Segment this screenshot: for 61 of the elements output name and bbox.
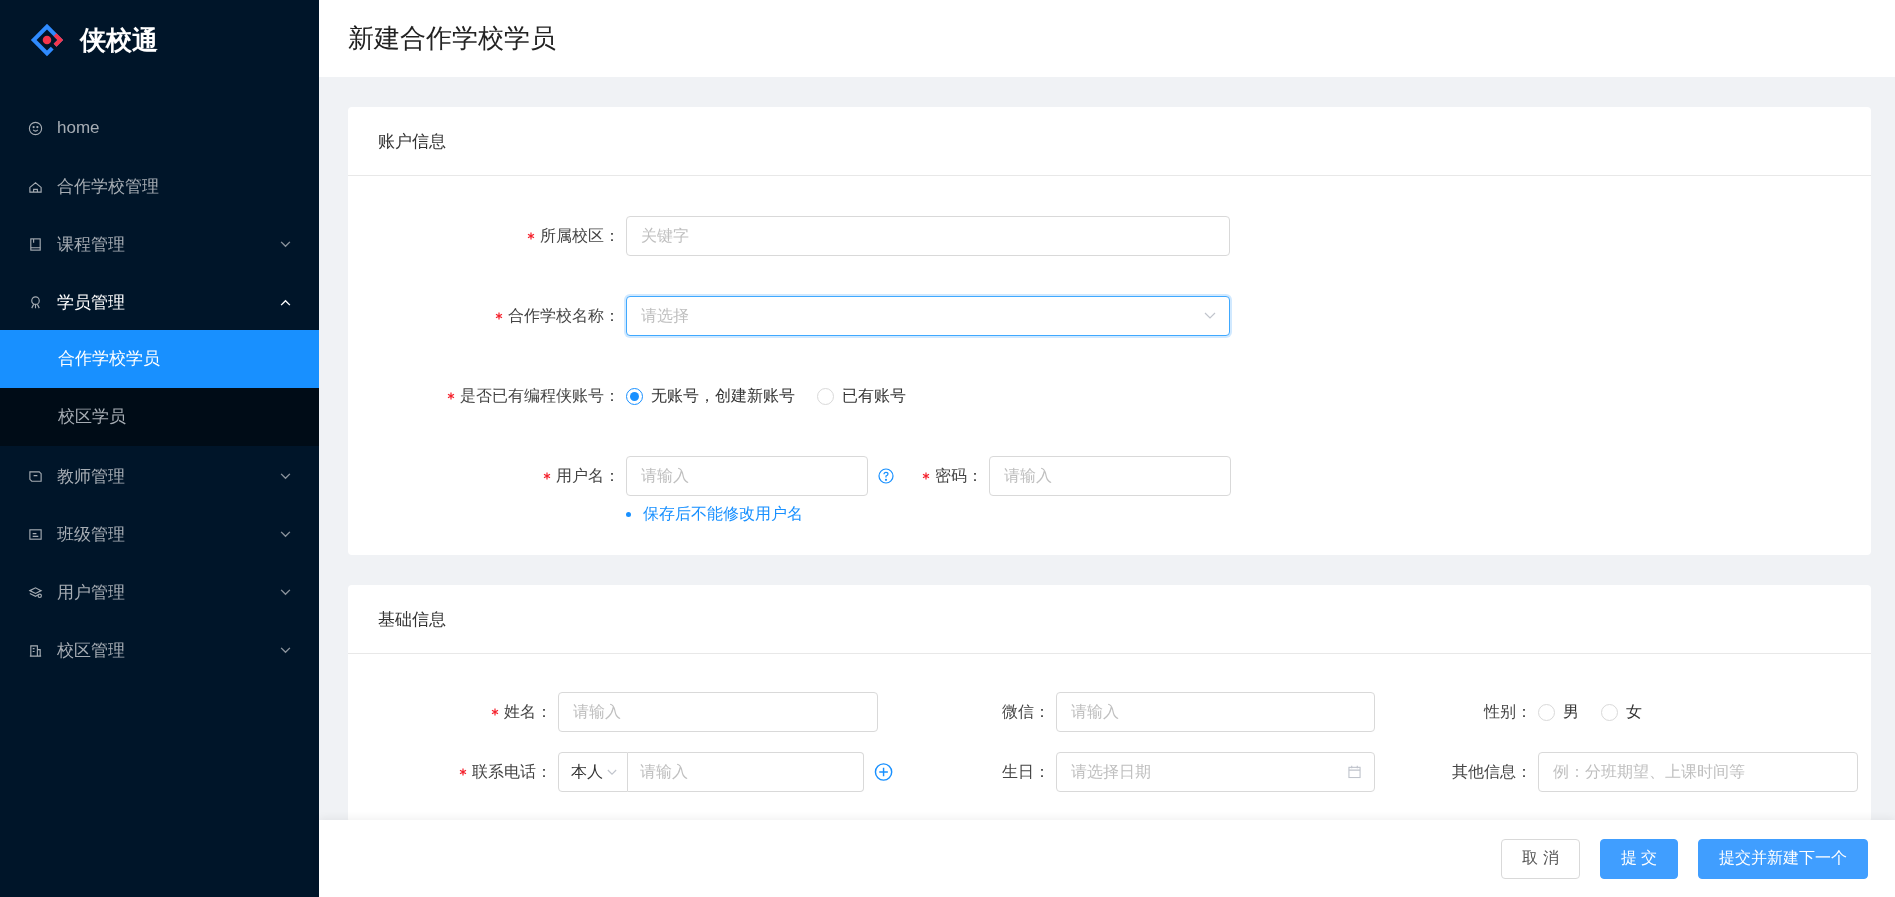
field-label: 密码： [935,465,983,486]
input-field[interactable]: 例：分班期望、上课时间等 [1538,752,1858,792]
hint-text: 保存后不能修改用户名 [626,504,803,525]
input-field[interactable]: 请输入 [1056,692,1375,732]
menu-icon [28,468,43,484]
submenu-item[interactable]: 校区学员 [0,388,319,446]
menu-item[interactable]: 合作学校管理 [0,158,319,214]
menu-icon [28,642,43,658]
page-title: 新建合作学校学员 [348,22,556,55]
menu-label: 合作学校管理 [57,175,160,198]
menu-item[interactable]: 教师管理 [0,448,319,504]
menu-icon [28,294,43,310]
input-field[interactable]: 请输入 [626,456,868,496]
caret-icon [1204,312,1216,320]
menu-icon [28,236,43,252]
logo-icon [28,21,66,59]
calendar-icon [1348,765,1361,779]
radio-option[interactable]: 男 [1538,701,1579,723]
menu-label: 学员管理 [57,291,126,314]
menu-label: 班级管理 [57,523,126,546]
section-title: 账户信息 [378,130,446,153]
menu-item[interactable]: 用户管理 [0,564,319,620]
field-label: 是否已有编程侠账号： [460,385,620,406]
footer-button[interactable]: 取 消 [1501,838,1580,879]
input-field[interactable]: 关键字 [626,216,1230,256]
add-icon[interactable] [873,762,893,782]
menu-item[interactable]: 班级管理 [0,506,319,562]
field-label: 姓名： [504,701,552,722]
menu-label: home [57,118,101,138]
field-label: 性别： [1484,701,1532,722]
radio-option[interactable]: 女 [1601,701,1642,723]
input-field[interactable]: 请输入 [989,456,1231,496]
input-field[interactable]: 请输入 [558,692,878,732]
relation-select[interactable]: 本人 [558,752,628,792]
field-label: 微信： [1002,701,1050,722]
menu-label: 用户管理 [57,581,126,604]
date-field[interactable]: 请选择日期 [1056,752,1375,792]
menu-label: 教师管理 [57,465,126,488]
menu-item[interactable]: home [0,100,319,156]
radio-option[interactable]: 无账号，创建新账号 [626,385,795,407]
menu-item[interactable]: 学员管理 [0,274,319,330]
field-label: 生日： [1002,761,1050,782]
field-label: 联系电话： [472,761,552,782]
menu-label: 课程管理 [57,233,126,256]
field-label: 用户名： [556,465,620,486]
menu-icon [28,526,43,542]
select-field[interactable]: 请选择 [626,296,1230,336]
logo-text: 侠校通 [80,23,158,57]
field-label: 合作学校名称： [508,305,620,326]
help-icon[interactable] [878,468,894,484]
input-field[interactable]: 请输入 [628,752,864,792]
menu-icon [28,120,43,136]
menu-label: 校区管理 [57,639,126,662]
section-title: 基础信息 [378,608,446,631]
menu-item[interactable]: 校区管理 [0,622,319,678]
field-label: 所属校区： [540,225,620,246]
menu-icon [28,584,43,600]
radio-option[interactable]: 已有账号 [817,385,906,407]
menu-item[interactable]: 课程管理 [0,216,319,272]
field-label: 其他信息： [1452,761,1532,782]
caret-icon [607,768,617,776]
